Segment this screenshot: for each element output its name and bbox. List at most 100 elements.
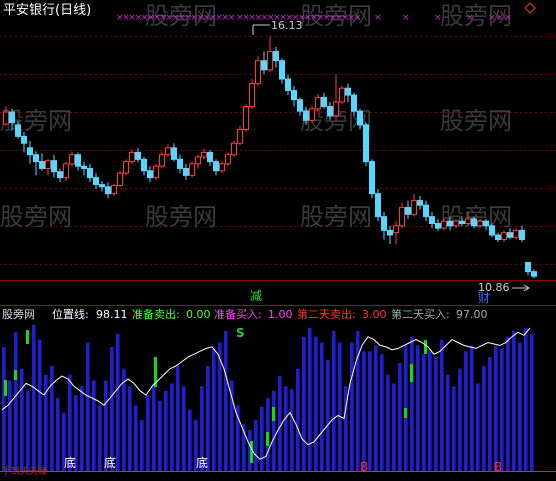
indicator-bar [278,376,282,471]
candle-body [447,220,453,227]
signal-x-mark: × [374,13,382,23]
candle-body [183,167,189,176]
candle-body [507,232,513,238]
indicator-bar [122,368,126,471]
indicator-bar [368,351,372,471]
indicator-bar [176,365,180,471]
indicator-bar [92,380,96,471]
indicator-bar [500,348,504,471]
indicator-bar [38,339,42,471]
signal-x-mark: × [434,13,442,23]
indicator-bar [452,386,456,471]
indicator-bar [272,390,276,471]
wealth-marker: 财 [478,291,490,305]
indicator-bar [530,333,534,471]
indicator-bar [380,354,384,471]
indicator-bar [146,395,150,471]
candle-body [177,158,183,169]
indicator-bar [116,333,120,471]
indicator-bar [188,409,192,471]
ready-sell-signal [404,408,407,418]
candle-body [105,186,111,195]
indicator-bar [392,383,396,471]
indicator-bar [224,330,228,471]
candle-body [99,184,105,188]
candle-body [423,204,429,218]
candle-body [489,225,495,236]
bottom-left-caption: 手到天天赚 [2,465,47,477]
candle-body [93,177,99,186]
second-day-sell-value: 3.00 [362,308,387,321]
indicator-bar [464,351,468,471]
candle-body [381,216,387,231]
candle-body [399,206,405,227]
candle-body [429,216,435,225]
ready-sell-signal [424,340,427,354]
candle-body [123,161,129,174]
indicator-bar [362,351,366,471]
stock-chart-canvas[interactable]: 股旁网 股旁网 股旁网 股旁网 股旁网 股旁网 股旁网 股旁网 股旁网 股旁网 … [0,0,556,481]
candle-body [249,83,255,108]
chart-window: 股旁网 股旁网 股旁网 股旁网 股旁网 股旁网 股旁网 股旁网 股旁网 股旁网 … [0,0,556,481]
candle-body [285,78,291,92]
indicator-bar [152,383,156,471]
candle-body [339,87,345,103]
candle-body [135,151,141,160]
indicator-bar [398,362,402,471]
second-day-buy-value: 97.00 [456,308,488,321]
indicator-bar [476,383,480,471]
indicator-bar [326,360,330,471]
candle-body [63,163,69,179]
indicator-bar [434,357,438,471]
candle-body [303,110,309,121]
candle-body [189,163,195,176]
signal-x-mark: × [496,13,504,23]
candle-body [405,206,411,215]
indicator-header: 股旁网 位置线: 98.11 准备卖出: 0.00 准备买入: 1.00 第二天… [2,307,488,321]
candle-body [27,147,33,156]
ready-sell-value: 0.00 [186,308,211,321]
indicator-bar [98,405,102,471]
indicator-bar [314,336,318,471]
candle-body [87,167,93,179]
stock-title[interactable]: 平安银行(日线) [3,3,91,18]
candle-body [525,261,531,273]
candle-body [273,51,279,62]
indicator-bar [170,383,174,471]
candle-body [147,170,153,179]
signal-x-mark: × [354,13,362,23]
candle-body [39,161,45,169]
ready-buy-label: 准备买入: [214,307,262,321]
candle-body [411,200,417,215]
indicator-bar [386,374,390,471]
watermark-text: 股旁网 [440,107,512,135]
candle-body [459,220,465,224]
indicator-bar [56,398,60,471]
indicator-bar [506,336,510,471]
candle-body [363,124,369,163]
indicator-bar [44,374,48,471]
indicator-bar [338,342,342,471]
candle-body [297,99,303,112]
diamond-marker-icon [524,2,536,14]
indicator-bar-series [2,325,534,471]
candle-body [453,220,459,227]
candle-body [9,111,15,124]
candle-body [351,94,357,112]
indicator-bar [128,386,132,471]
signal-x-mark: × [228,13,236,23]
candle-body [153,165,159,179]
indicator-bar [14,332,18,471]
indicator-bar [458,368,462,471]
candle-body [165,147,171,156]
second-day-sell-label: 第二天卖出: [297,307,356,321]
second-day-buy-label: 第二天买入: [391,307,450,321]
candle-body [117,172,123,186]
candle-body [141,158,147,172]
candle-body [315,96,321,110]
candle-body [477,220,483,227]
signal-x-mark: × [402,13,410,23]
indicator-bar [518,342,522,471]
candle-body [483,220,489,227]
candle-body [255,60,261,85]
